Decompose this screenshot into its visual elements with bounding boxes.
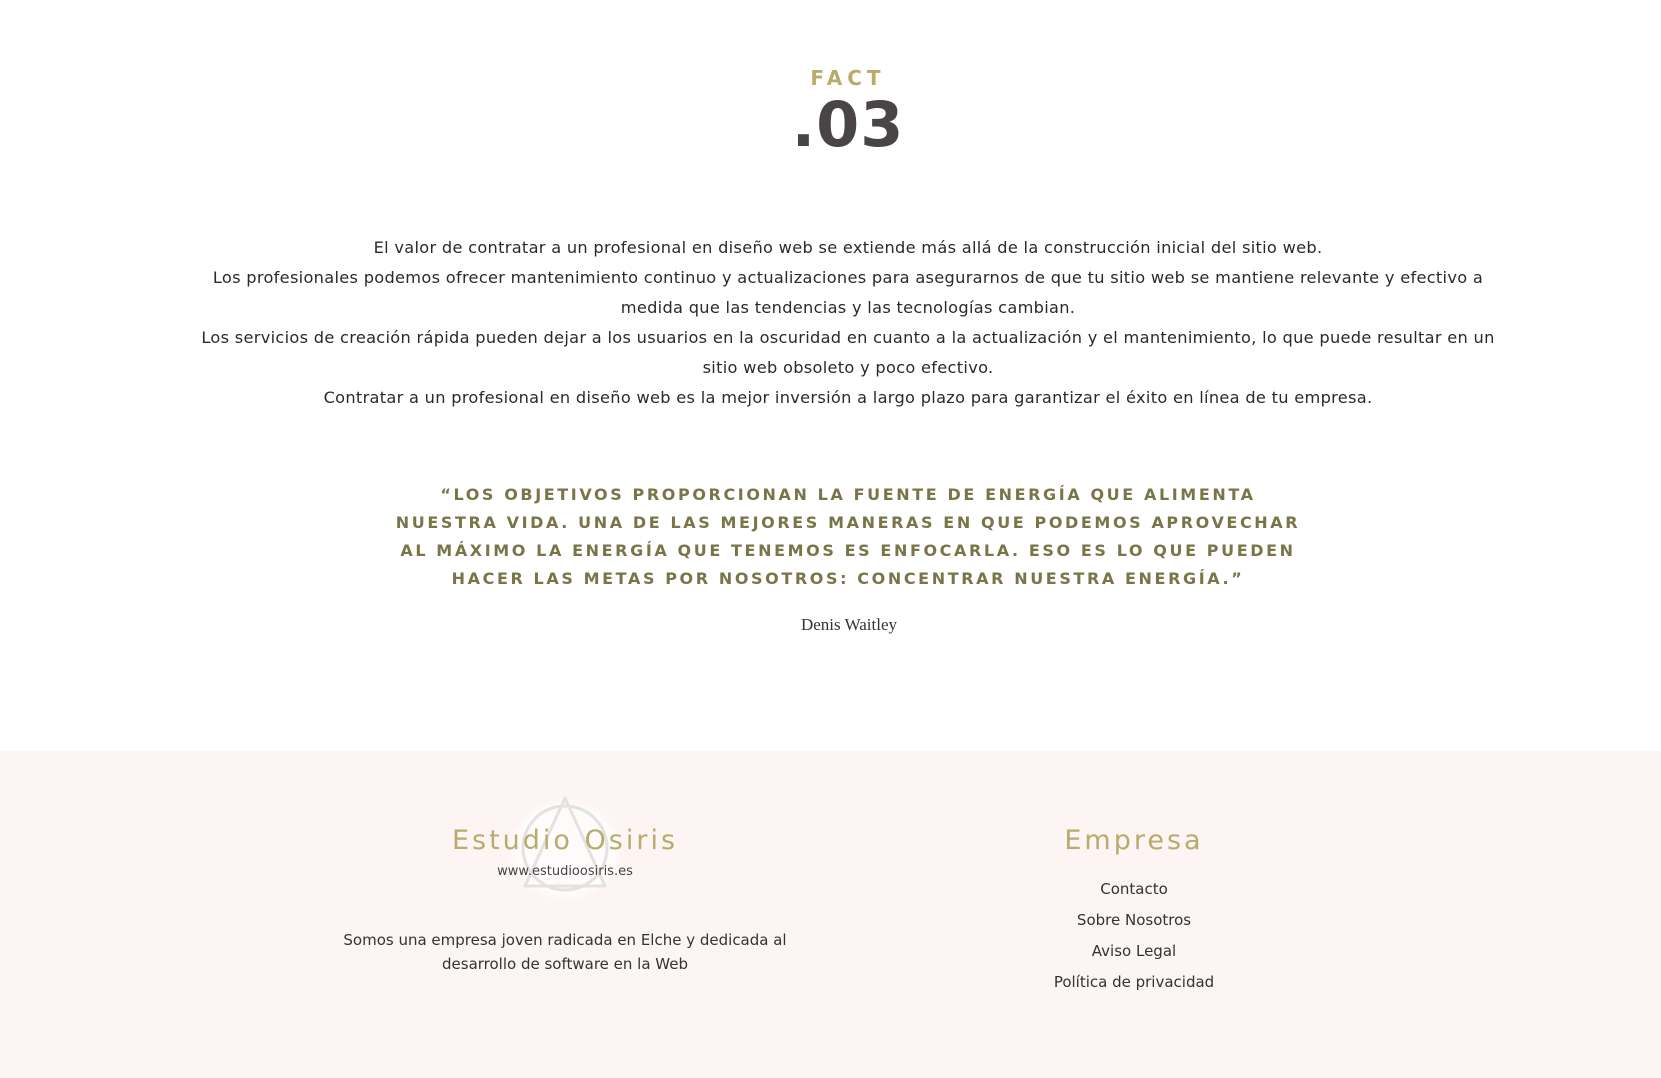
fact-paragraph: Los servicios de creación rápida pueden … bbox=[201, 328, 1495, 377]
quote-text: “LOS OBJETIVOS PROPORCIONAN LA FUENTE DE… bbox=[395, 485, 1301, 588]
fact-label: FACT bbox=[810, 66, 886, 90]
company-link-item: Política de privacidad bbox=[1000, 969, 1268, 1000]
brand-description: Somos una empresa joven radicada en Elch… bbox=[343, 931, 787, 973]
fact-body: El valor de contratar a un profesional e… bbox=[195, 233, 1501, 413]
contact-link[interactable]: Contacto bbox=[1100, 880, 1168, 898]
company-link-item: Contacto bbox=[1000, 876, 1268, 907]
company-link-item: Sobre Nosotros bbox=[1000, 907, 1268, 938]
company-links: Contacto Sobre Nosotros Aviso Legal Polí… bbox=[1000, 876, 1268, 1000]
fact-paragraph: El valor de contratar a un profesional e… bbox=[373, 238, 1323, 257]
fact-paragraph: Contratar a un profesional en diseño web… bbox=[323, 388, 1373, 407]
about-us-link[interactable]: Sobre Nosotros bbox=[1077, 911, 1191, 929]
company-title: Empresa bbox=[1064, 825, 1204, 856]
brand-url: www.estudioosiris.es bbox=[497, 864, 633, 879]
fact-section: FACT .03 El valor de contratar a un prof… bbox=[0, 0, 1661, 750]
brand-name: Estudio Osiris bbox=[451, 825, 679, 856]
fact-paragraph: Los profesionales podemos ofrecer manten… bbox=[212, 268, 1484, 317]
legal-notice-link[interactable]: Aviso Legal bbox=[1092, 942, 1176, 960]
fact-number: .03 bbox=[791, 88, 905, 161]
footer bbox=[0, 751, 1661, 1078]
page: FACT .03 El valor de contratar a un prof… bbox=[0, 0, 1661, 1078]
company-link-item: Aviso Legal bbox=[1000, 938, 1268, 969]
quote-author: Denis Waitley bbox=[800, 615, 898, 634]
privacy-policy-link[interactable]: Política de privacidad bbox=[1054, 973, 1214, 991]
